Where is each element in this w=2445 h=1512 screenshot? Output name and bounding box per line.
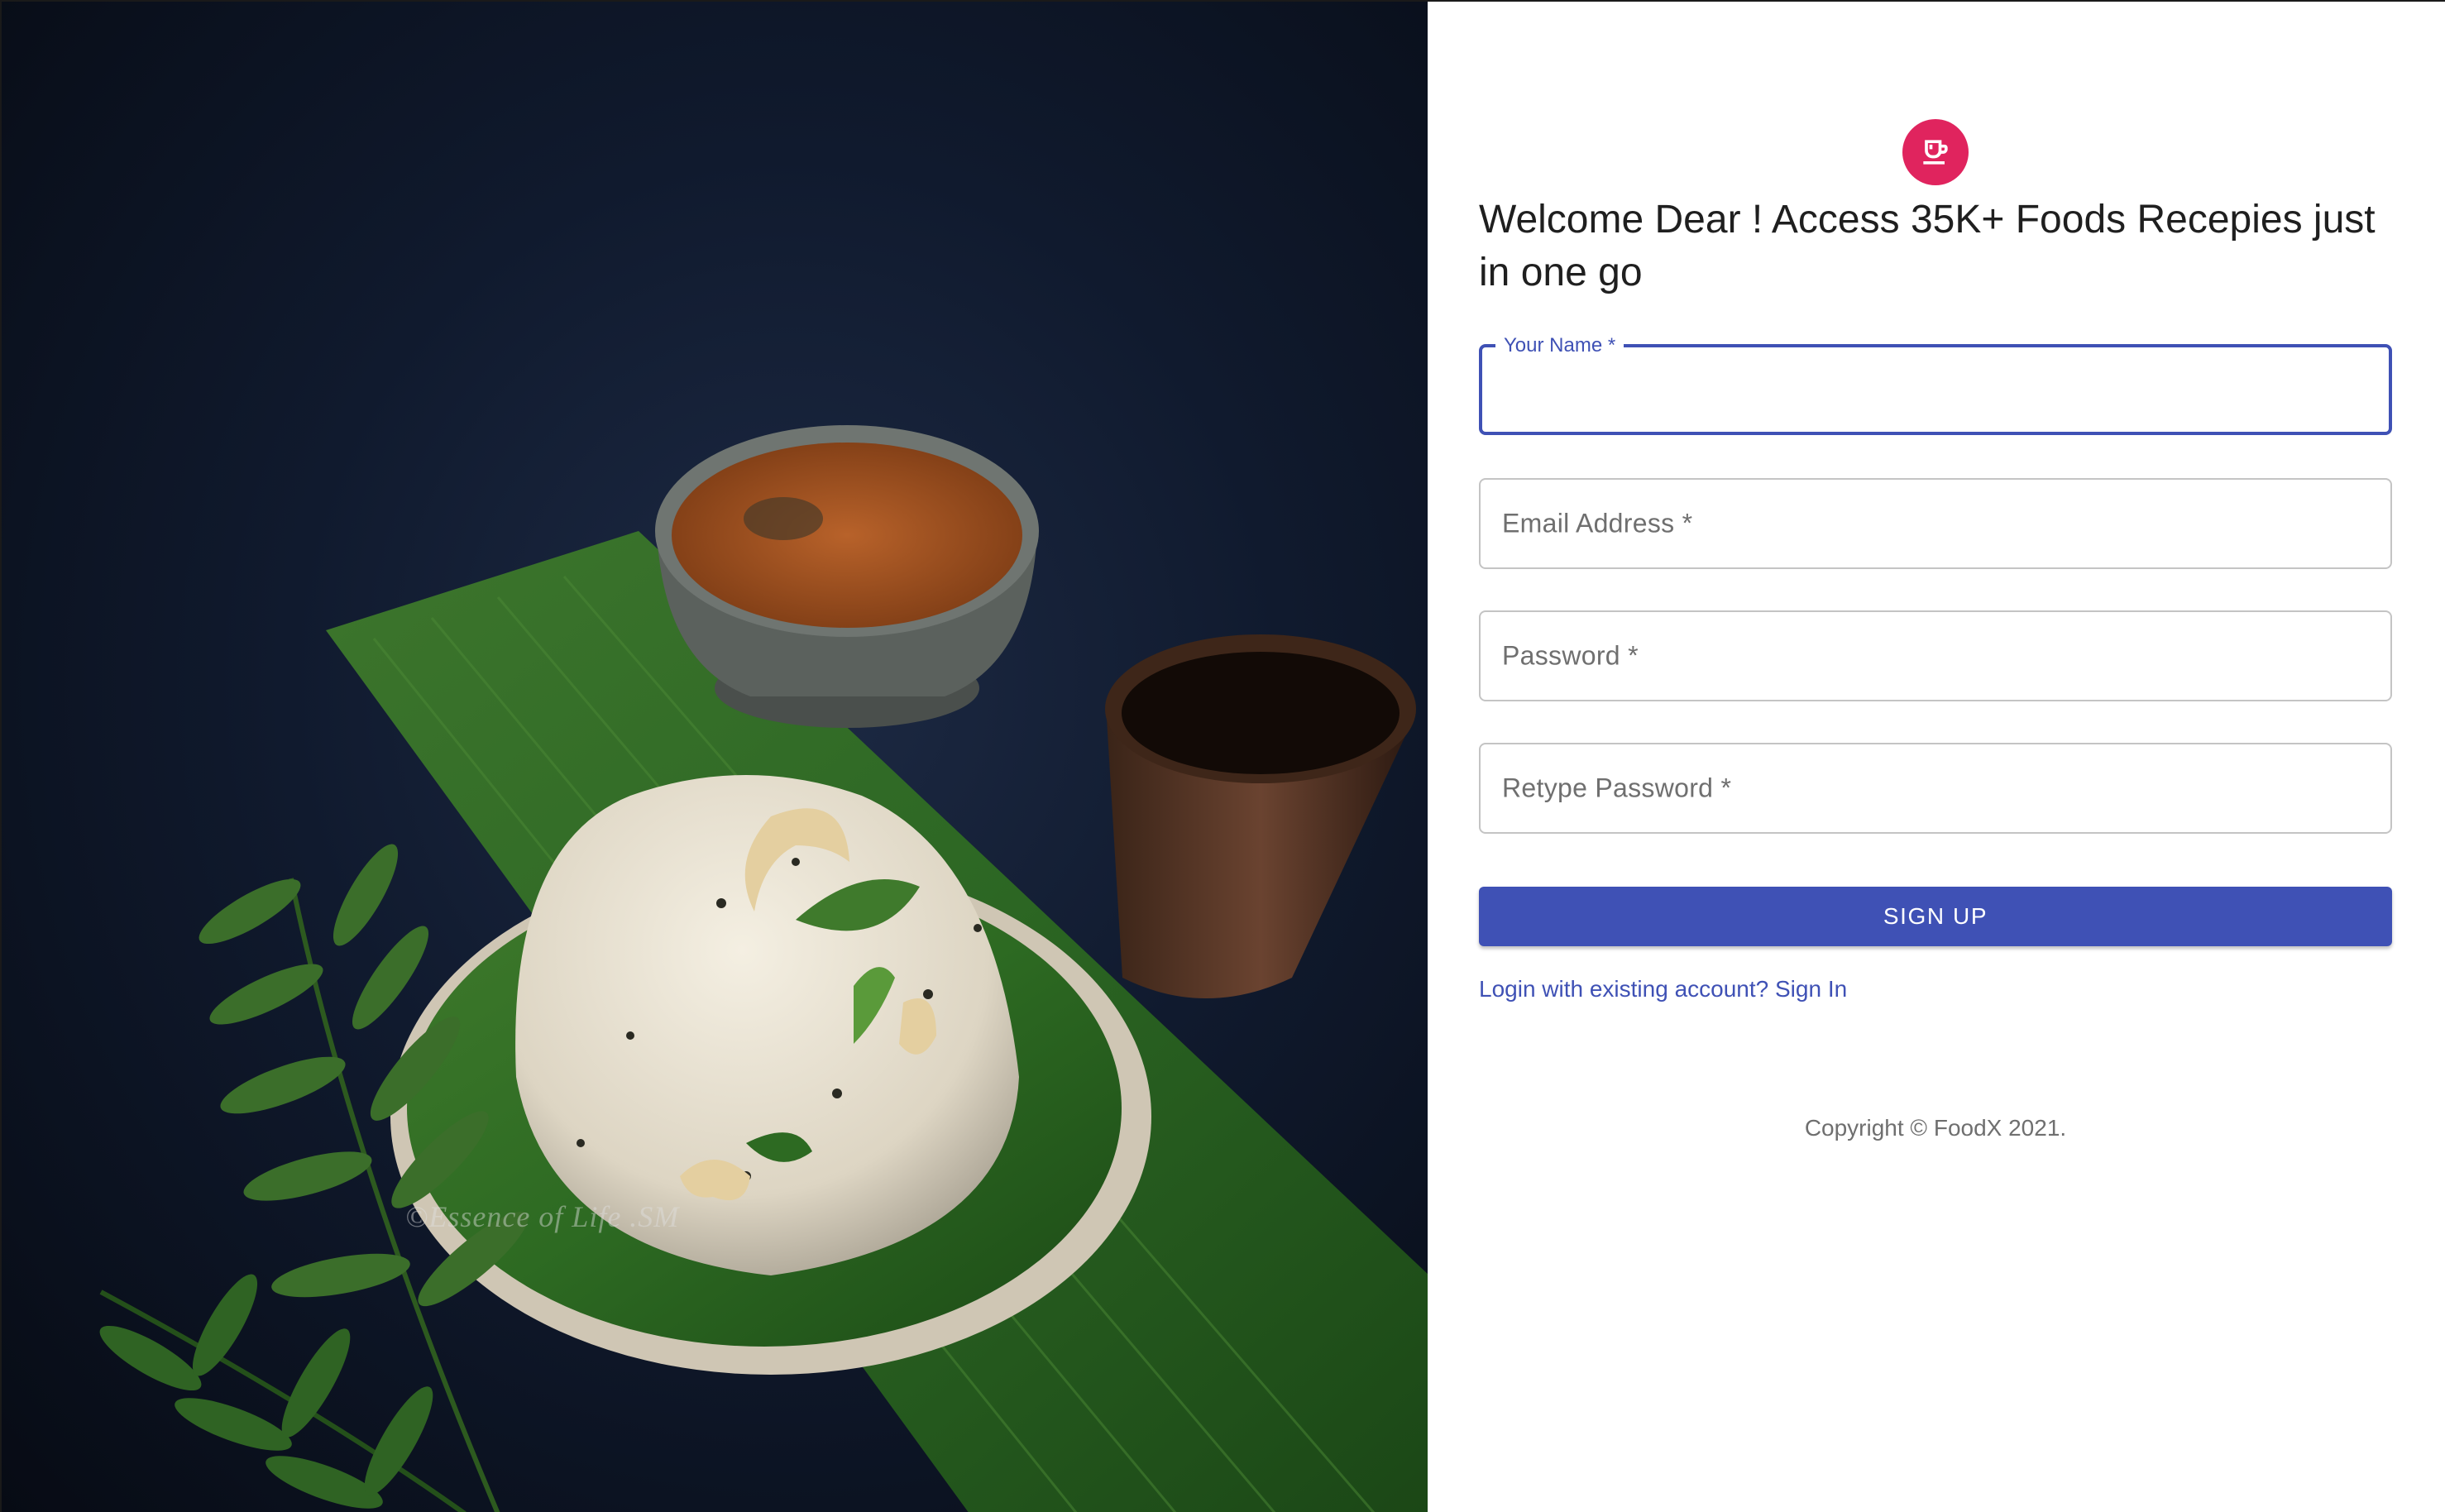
signup-form-panel: Welcome Dear ! Access 35K+ Foods Recepie… xyxy=(1428,2,2445,1512)
food-illustration xyxy=(99,425,1428,1512)
copyright-text: Copyright © FoodX 2021. xyxy=(1804,1115,2067,1141)
retype-password-field[interactable]: Retype Password * xyxy=(1479,743,2392,834)
password-field-label: Password * xyxy=(1502,640,1639,671)
sign-up-button[interactable]: SIGN UP xyxy=(1479,887,2392,946)
welcome-heading: Welcome Dear ! Access 35K+ Foods Recepie… xyxy=(1479,198,2376,294)
curry-leaf-sprig-lower xyxy=(99,1274,467,1512)
name-field[interactable]: Your Name * xyxy=(1479,334,2392,435)
sign-in-link[interactable]: Login with existing account? Sign In xyxy=(1479,976,1847,1002)
signup-page: ©Essence of Life .SM Welcome Dear ! Acce… xyxy=(0,0,2445,1512)
retype-password-field-label: Retype Password * xyxy=(1502,773,1732,803)
coffee-cup-glyph xyxy=(1923,140,1948,165)
email-field-label: Email Address * xyxy=(1502,508,1693,538)
name-input[interactable] xyxy=(1482,347,2389,432)
email-field[interactable]: Email Address * xyxy=(1479,478,2392,569)
food-hero-image: ©Essence of Life .SM xyxy=(0,2,1428,1512)
coffee-cup-icon xyxy=(1902,119,1969,185)
password-field[interactable]: Password * xyxy=(1479,610,2392,701)
coffee-tumbler xyxy=(1105,634,1416,998)
photo-watermark: ©Essence of Life .SM xyxy=(405,1200,680,1233)
